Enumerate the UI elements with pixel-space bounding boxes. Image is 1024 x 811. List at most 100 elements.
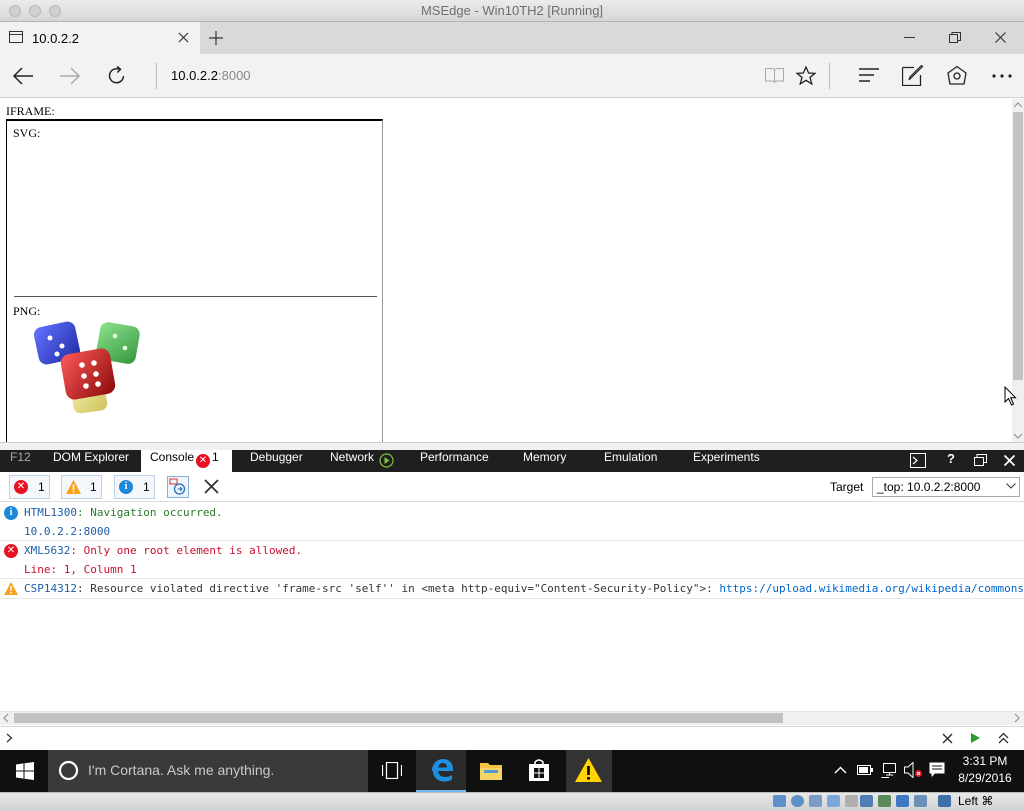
chevron-down-icon[interactable] xyxy=(1006,483,1016,489)
info-message: HTML1300: Navigation occurred. xyxy=(24,506,223,519)
show-hidden-icons-chevron[interactable] xyxy=(834,766,847,774)
network-status-icon[interactable] xyxy=(881,763,897,778)
action-center-icon[interactable] xyxy=(929,762,945,778)
info-message-text: : Navigation occurred. xyxy=(76,506,223,519)
error-message-text: : Only one root element is allowed. xyxy=(70,544,303,557)
tab-dom-explorer[interactable]: DOM Explorer xyxy=(53,450,129,472)
clock-time[interactable]: 3:31 PM xyxy=(950,754,1020,768)
scroll-left-icon[interactable] xyxy=(3,714,9,722)
console-toggle-icon[interactable] xyxy=(910,453,926,468)
forward-icon[interactable] xyxy=(59,67,81,85)
back-icon[interactable] xyxy=(12,67,34,85)
png-label: PNG: xyxy=(13,304,41,318)
browser-tab[interactable] xyxy=(0,22,200,54)
cortana-placeholder: I'm Cortana. Ask me anything. xyxy=(88,762,275,778)
warning-message: CSP14312: Resource violated directive 'f… xyxy=(24,582,1024,595)
windows-start-icon[interactable] xyxy=(16,762,34,780)
clear-on-navigate-icon[interactable] xyxy=(167,476,189,498)
tab-emulation[interactable]: Emulation xyxy=(604,450,657,472)
clock-date[interactable]: 8/29/2016 xyxy=(950,771,1020,785)
errors-filter-button[interactable]: ✕ 1 xyxy=(9,475,50,499)
close-devtools-icon[interactable] xyxy=(1004,455,1015,466)
warning-message-link[interactable]: https://upload.wikimedia.org/wikipedia/c… xyxy=(719,582,1024,595)
info-message-detail[interactable]: 10.0.2.2:8000 xyxy=(24,525,110,538)
more-actions-icon[interactable] xyxy=(992,74,1012,78)
page-scroll-thumb[interactable] xyxy=(1013,112,1023,380)
edge-icon xyxy=(432,759,453,782)
tab-experiments[interactable]: Experiments xyxy=(693,450,760,472)
scroll-right-icon[interactable] xyxy=(1014,714,1020,722)
clear-console-icon[interactable] xyxy=(204,479,219,494)
battery-icon[interactable] xyxy=(857,763,873,777)
web-note-icon[interactable] xyxy=(902,65,924,86)
mouse-integration-icon[interactable] xyxy=(914,795,927,807)
warning-app-icon xyxy=(575,758,602,782)
error-message-detail: Line: 1, Column 1 xyxy=(24,563,137,576)
minimize-icon[interactable] xyxy=(904,37,915,39)
error-icon: ✕ xyxy=(4,544,18,558)
hub-icon[interactable] xyxy=(859,68,880,83)
keyboard-capture-icon[interactable] xyxy=(938,795,951,807)
usb-icon[interactable] xyxy=(809,795,822,807)
close-tab-icon[interactable] xyxy=(178,32,189,43)
warning-message-code[interactable]: CSP14312 xyxy=(24,582,77,595)
horizontal-rule xyxy=(14,296,377,297)
host-window-title: MSEdge - Win10TH2 [Running] xyxy=(420,3,604,18)
address-input[interactable]: 10.0.2.2:8000 xyxy=(171,68,251,83)
multiline-toggle-icon[interactable] xyxy=(998,732,1009,744)
error-icon: ✕ xyxy=(14,480,28,494)
info-filter-button[interactable]: i 1 xyxy=(114,475,155,499)
console-error-count: 1 xyxy=(212,450,219,464)
console-input[interactable] xyxy=(0,726,1024,750)
console-error-icon: ✕ xyxy=(196,454,210,468)
volume-muted-icon[interactable] xyxy=(904,762,922,778)
scroll-up-icon[interactable] xyxy=(1014,102,1022,108)
favorite-star-icon[interactable] xyxy=(796,66,816,85)
target-select-value: _top: 10.0.2.2:8000 xyxy=(877,480,981,494)
warning-icon xyxy=(4,582,18,595)
info-icon: i xyxy=(4,506,18,520)
info-message-code[interactable]: HTML1300 xyxy=(24,506,77,519)
network-adapter-icon[interactable] xyxy=(827,795,840,807)
page-icon xyxy=(9,31,23,43)
warnings-filter-button[interactable]: 1 xyxy=(61,475,102,499)
refresh-icon[interactable] xyxy=(107,66,127,86)
optical-drive-icon[interactable] xyxy=(791,795,804,807)
run-icon[interactable] xyxy=(970,732,981,744)
store-icon[interactable] xyxy=(528,759,550,781)
tab-debugger[interactable]: Debugger xyxy=(250,450,303,472)
address-host: 10.0.2.2 xyxy=(171,68,218,83)
tab-network[interactable]: Network xyxy=(330,450,374,472)
network-record-icon[interactable] xyxy=(379,453,394,468)
restore-icon[interactable] xyxy=(949,32,961,43)
error-message-code[interactable]: XML5632 xyxy=(24,544,70,557)
display-icon[interactable] xyxy=(860,795,873,807)
error-message: XML5632: Only one root element is allowe… xyxy=(24,544,302,557)
tab-title: 10.0.2.2 xyxy=(32,31,79,46)
scroll-down-icon[interactable] xyxy=(1014,433,1022,439)
tab-console-label: Console xyxy=(150,450,195,464)
task-view-icon[interactable] xyxy=(382,762,402,779)
console-scroll-thumb[interactable] xyxy=(14,713,783,723)
help-icon[interactable]: ? xyxy=(947,451,955,466)
reading-view-icon[interactable] xyxy=(765,67,784,84)
share-icon[interactable] xyxy=(946,65,968,86)
toolbar-separator xyxy=(829,63,830,89)
devtools-splitter[interactable] xyxy=(0,442,1024,450)
undock-icon[interactable] xyxy=(974,454,987,466)
address-port: :8000 xyxy=(218,68,251,83)
cpu-icon[interactable] xyxy=(896,795,909,807)
close-icon[interactable] xyxy=(995,32,1006,43)
tab-memory[interactable]: Memory xyxy=(523,450,566,472)
recording-icon[interactable] xyxy=(878,795,891,807)
new-tab-icon[interactable] xyxy=(209,31,223,45)
shared-folders-icon[interactable] xyxy=(845,795,858,807)
warning-icon xyxy=(66,480,81,494)
host-key-label: Left ⌘ xyxy=(958,794,994,808)
target-select[interactable]: _top: 10.0.2.2:8000 xyxy=(872,477,1020,497)
tab-f12[interactable]: F12 xyxy=(10,450,31,472)
clear-input-icon[interactable] xyxy=(942,733,953,744)
tab-performance[interactable]: Performance xyxy=(420,450,489,472)
file-explorer-icon[interactable] xyxy=(480,760,502,780)
hard-disk-icon[interactable] xyxy=(773,795,786,807)
